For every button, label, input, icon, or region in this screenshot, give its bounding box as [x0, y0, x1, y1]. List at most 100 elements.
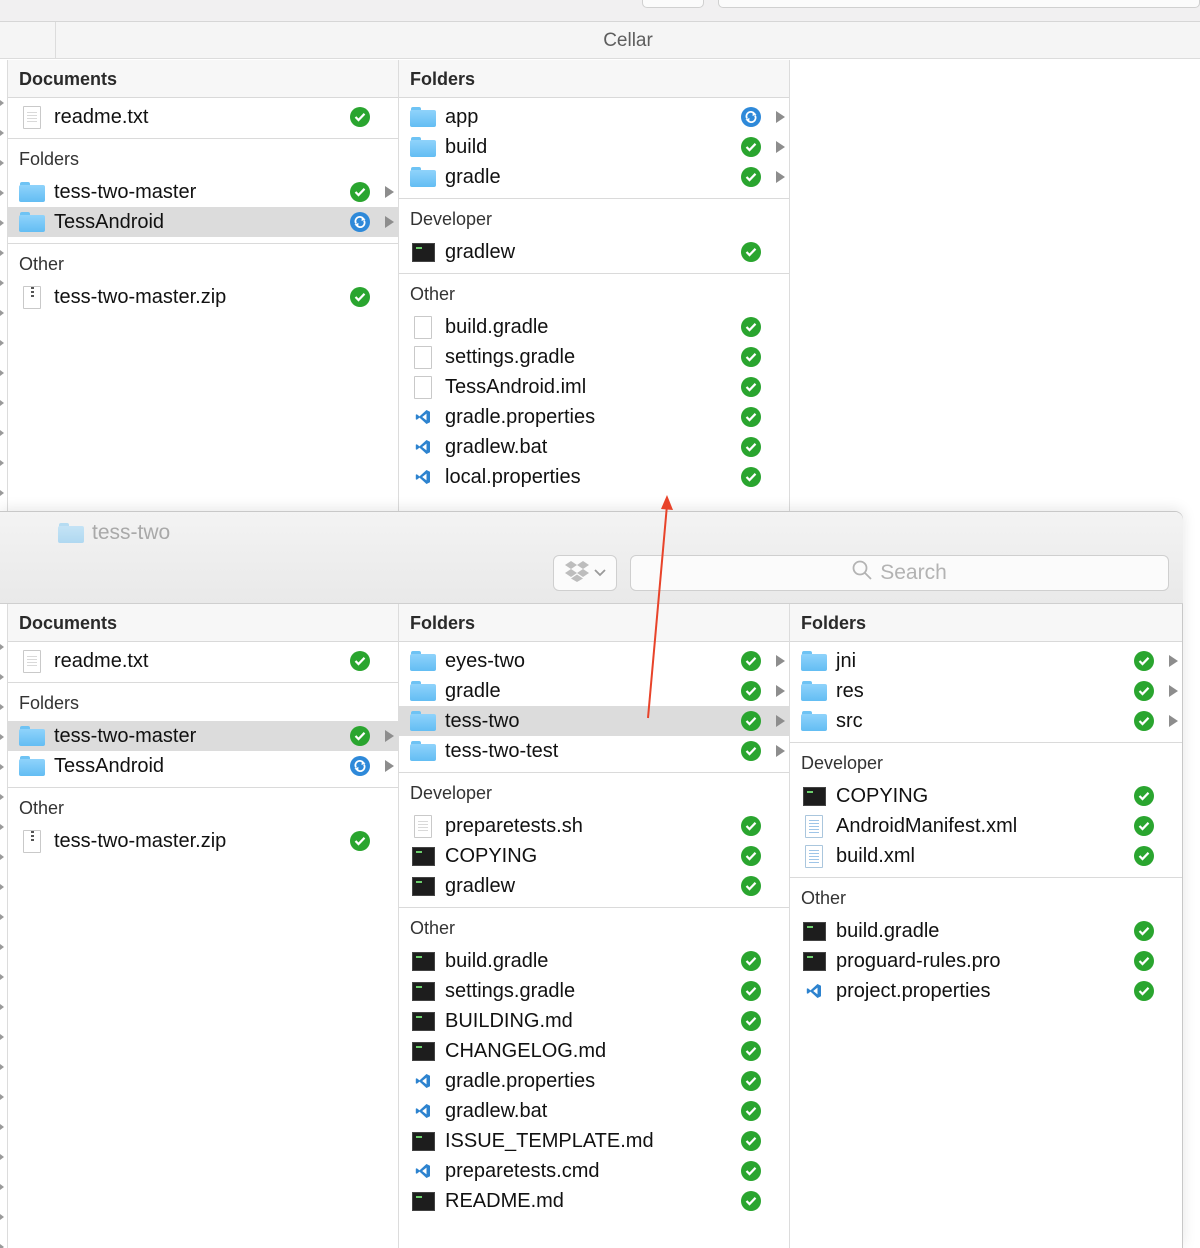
column-header: Folders — [399, 604, 789, 642]
file-row[interactable]: tess-two-master.zip — [8, 826, 398, 856]
folder-row[interactable]: app — [399, 102, 789, 132]
edge-arrow-icon — [0, 1244, 4, 1248]
folder-row[interactable]: eyes-two — [399, 646, 789, 676]
synced-check-icon — [741, 1011, 761, 1031]
terminal-shape — [411, 1191, 435, 1211]
search-input[interactable]: Search — [630, 555, 1169, 591]
edge-arrow-icon — [0, 764, 4, 770]
back-toolbar-button[interactable] — [642, 0, 704, 8]
synced-check-icon — [741, 741, 761, 761]
folder-row[interactable]: tess-two-master — [8, 177, 398, 207]
disclosure-arrow-icon[interactable] — [385, 730, 394, 742]
folder-icon — [409, 649, 437, 673]
blank-file-icon — [409, 375, 437, 399]
text-file-icon — [18, 105, 46, 129]
file-row[interactable]: BUILDING.md — [399, 1006, 789, 1036]
file-row[interactable]: build.gradle — [399, 312, 789, 342]
item-name: tess-two — [445, 709, 520, 732]
terminal-shape — [411, 876, 435, 896]
disclosure-arrow-icon[interactable] — [385, 760, 394, 772]
synced-check-icon — [741, 651, 761, 671]
disclosure-arrow-icon[interactable] — [776, 171, 785, 183]
edge-arrow-icon — [0, 824, 4, 830]
file-row[interactable]: gradlew.bat — [399, 432, 789, 462]
edge-arrow-icon — [0, 644, 4, 650]
disclosure-arrow-icon[interactable] — [776, 141, 785, 153]
file-row[interactable]: AndroidManifest.xml — [790, 811, 1182, 841]
synced-check-icon — [741, 467, 761, 487]
edge-arrow-icon — [0, 250, 4, 256]
folder-row[interactable]: gradle — [399, 162, 789, 192]
folder-row[interactable]: src — [790, 706, 1182, 736]
file-row[interactable]: gradlew — [399, 237, 789, 267]
synced-check-icon — [741, 981, 761, 1001]
item-name: gradle.properties — [445, 1069, 596, 1092]
file-row[interactable]: build.gradle — [399, 946, 789, 976]
disclosure-arrow-icon[interactable] — [1169, 655, 1178, 667]
folder-row[interactable]: tess-two-master — [8, 721, 398, 751]
terminal-shape — [411, 1131, 435, 1151]
synced-check-icon — [1134, 816, 1154, 836]
file-row[interactable]: README.md — [399, 1186, 789, 1216]
file-row[interactable]: gradlew — [399, 871, 789, 901]
disclosure-arrow-icon[interactable] — [776, 685, 785, 697]
folder-icon — [409, 739, 437, 763]
file-row[interactable]: readme.txt — [8, 646, 398, 676]
file-row[interactable]: TessAndroid.iml — [399, 372, 789, 402]
file-row[interactable]: preparetests.cmd — [399, 1156, 789, 1186]
file-row[interactable]: preparetests.sh — [399, 811, 789, 841]
disclosure-arrow-icon[interactable] — [385, 186, 394, 198]
file-row[interactable]: build.xml — [790, 841, 1182, 871]
folder-row[interactable]: res — [790, 676, 1182, 706]
section-label: Other — [410, 284, 456, 304]
edge-arrow-icon — [0, 914, 4, 920]
file-shape — [805, 844, 823, 868]
file-row[interactable]: build.gradle — [790, 916, 1182, 946]
file-row[interactable]: gradlew.bat — [399, 1096, 789, 1126]
folder-shape — [801, 651, 827, 671]
file-row[interactable]: COPYING — [399, 841, 789, 871]
disclosure-arrow-icon[interactable] — [1169, 685, 1178, 697]
disclosure-arrow-icon[interactable] — [776, 111, 785, 123]
folder-row[interactable]: TessAndroid — [8, 207, 398, 237]
folder-row[interactable]: tess-two — [399, 706, 789, 736]
dropbox-button[interactable] — [553, 555, 617, 591]
file-row[interactable]: COPYING — [790, 781, 1182, 811]
file-row[interactable]: settings.gradle — [399, 342, 789, 372]
terminal-file-icon — [409, 979, 437, 1003]
terminal-file-icon — [409, 874, 437, 898]
file-row[interactable]: settings.gradle — [399, 976, 789, 1006]
synced-check-icon — [350, 182, 370, 202]
file-row[interactable]: CHANGELOG.md — [399, 1036, 789, 1066]
file-row[interactable]: gradle.properties — [399, 1066, 789, 1096]
terminal-shape — [411, 981, 435, 1001]
folder-row[interactable]: gradle — [399, 676, 789, 706]
disclosure-arrow-icon[interactable] — [776, 715, 785, 727]
terminal-file-icon — [800, 949, 828, 973]
vscode-shape — [414, 1161, 432, 1181]
terminal-shape — [411, 242, 435, 262]
file-row[interactable]: tess-two-master.zip — [8, 282, 398, 312]
synced-check-icon — [741, 951, 761, 971]
folder-row[interactable]: build — [399, 132, 789, 162]
back-search-field[interactable] — [718, 0, 1200, 8]
folder-row[interactable]: TessAndroid — [8, 751, 398, 781]
folder-row[interactable]: tess-two-test — [399, 736, 789, 766]
disclosure-arrow-icon[interactable] — [1169, 715, 1178, 727]
disclosure-arrow-icon[interactable] — [776, 745, 785, 757]
file-row[interactable]: local.properties — [399, 462, 789, 492]
synced-check-icon — [741, 816, 761, 836]
file-row[interactable]: gradle.properties — [399, 402, 789, 432]
item-name: src — [836, 709, 863, 732]
file-row[interactable]: proguard-rules.pro — [790, 946, 1182, 976]
edge-arrow-icon — [0, 490, 4, 496]
synced-check-icon — [1134, 951, 1154, 971]
disclosure-arrow-icon[interactable] — [385, 216, 394, 228]
folder-row[interactable]: jni — [790, 646, 1182, 676]
file-row[interactable]: readme.txt — [8, 102, 398, 132]
file-row[interactable]: project.properties — [790, 976, 1182, 1006]
disclosure-arrow-icon[interactable] — [776, 655, 785, 667]
folder-icon — [409, 135, 437, 159]
file-row[interactable]: ISSUE_TEMPLATE.md — [399, 1126, 789, 1156]
item-name: tess-two-master — [54, 180, 197, 203]
